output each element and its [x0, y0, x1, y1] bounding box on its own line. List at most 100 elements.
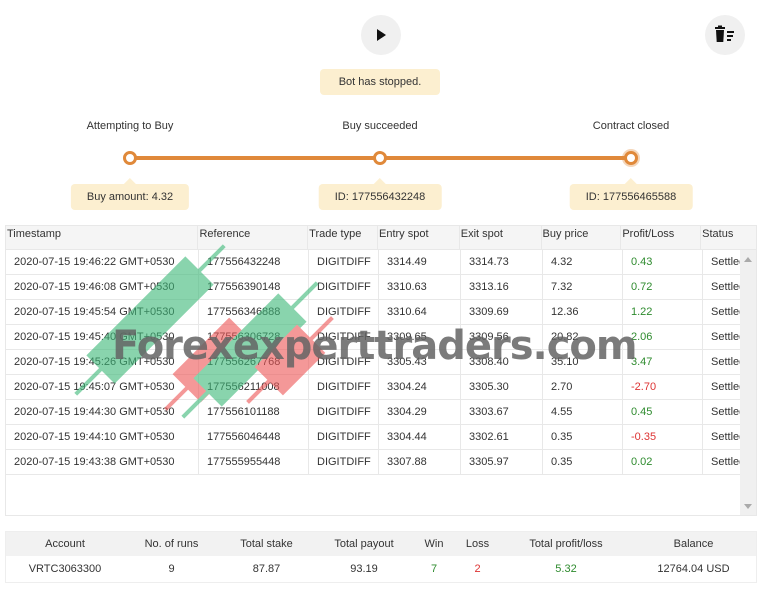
- cell-timestamp: 2020-07-15 19:44:10 GMT+0530: [6, 425, 199, 449]
- cell-reference: 177556346888: [199, 300, 309, 324]
- cell-reference: 177556046448: [199, 425, 309, 449]
- cell-entry-spot: 3304.29: [379, 400, 461, 424]
- cell-profit-loss: -0.35: [623, 425, 703, 449]
- cell-status: Settled: [711, 281, 741, 293]
- column-header[interactable]: Reference: [198, 226, 309, 249]
- scroll-down-arrow-icon[interactable]: [744, 504, 752, 509]
- run-bot-button[interactable]: [361, 15, 401, 55]
- table-body: 2020-07-15 19:46:22 GMT+0530 177556432248…: [6, 250, 741, 475]
- cell-reference: 177556306728: [199, 325, 309, 349]
- cell-trade-type: DIGITDIFF: [309, 275, 379, 299]
- cell-buy-price: 2.70: [543, 375, 623, 399]
- buy-id-bubble: ID: 177556432248: [318, 178, 442, 210]
- cell-status: Settled: [711, 381, 741, 393]
- cell-entry-spot: 3304.24: [379, 375, 461, 399]
- column-header[interactable]: Buy price: [542, 226, 622, 249]
- cell-timestamp: 2020-07-15 19:45:40 GMT+0530: [6, 325, 199, 349]
- summary-value-total-payout: 93.19: [350, 563, 378, 575]
- summary-table: Account No. of runs Total stake Total payou…: [5, 531, 757, 583]
- cell-trade-type: DIGITDIFF: [309, 350, 379, 374]
- table-row[interactable]: 2020-07-15 19:45:26 GMT+0530 177556267768…: [6, 350, 741, 375]
- cell-entry-spot: 3305.43: [379, 350, 461, 374]
- step-node-attempting: [123, 151, 137, 165]
- cell-exit-spot: 3313.16: [461, 275, 543, 299]
- table-row[interactable]: 2020-07-15 19:45:07 GMT+0530 177556211008…: [6, 375, 741, 400]
- scroll-up-arrow-icon[interactable]: [744, 257, 752, 262]
- clear-log-button[interactable]: [705, 15, 745, 55]
- cell-buy-price: 35.10: [543, 350, 623, 374]
- table-row[interactable]: 2020-07-15 19:44:30 GMT+0530 177556101188…: [6, 400, 741, 425]
- cell-profit-loss: 3.47: [623, 350, 703, 374]
- cell-reference: 177556432248: [199, 250, 309, 274]
- cell-exit-spot: 3309.56: [461, 325, 543, 349]
- cell-timestamp: 2020-07-15 19:43:38 GMT+0530: [6, 450, 199, 474]
- summary-column-header: Account: [45, 538, 85, 550]
- table-row[interactable]: 2020-07-15 19:43:38 GMT+0530 177555955448…: [6, 450, 741, 475]
- summary-value-win: 7: [430, 563, 438, 575]
- cell-timestamp: 2020-07-15 19:45:54 GMT+0530: [6, 300, 199, 324]
- summary-header: Account No. of runs Total stake Total payou…: [6, 532, 756, 556]
- cell-exit-spot: 3305.97: [461, 450, 543, 474]
- cell-status: Settled: [711, 431, 741, 443]
- cell-entry-spot: 3310.63: [379, 275, 461, 299]
- table-row[interactable]: 2020-07-15 19:44:10 GMT+0530 177556046448…: [6, 425, 741, 450]
- summary-column-header: Balance: [673, 538, 714, 550]
- step-node-succeeded: [373, 151, 387, 165]
- step-label-closed: Contract closed: [592, 120, 670, 132]
- cell-trade-type: DIGITDIFF: [309, 300, 379, 324]
- table-scrollbar[interactable]: [740, 250, 756, 515]
- cell-trade-type: DIGITDIFF: [309, 425, 379, 449]
- cell-buy-price: 0.35: [543, 425, 623, 449]
- summary-column-header: Win: [424, 538, 444, 550]
- table-row[interactable]: 2020-07-15 19:45:54 GMT+0530 177556346888…: [6, 300, 741, 325]
- cell-trade-type: DIGITDIFF: [309, 450, 379, 474]
- summary-value-balance: 12764.04 USD: [657, 563, 730, 575]
- column-header[interactable]: Entry spot: [378, 226, 460, 249]
- close-id-bubble: ID: 177556465588: [569, 178, 693, 210]
- column-header[interactable]: Status: [701, 226, 756, 249]
- cell-trade-type: DIGITDIFF: [309, 325, 379, 349]
- bot-status-toast: Bot has stopped.: [320, 69, 440, 95]
- cell-timestamp: 2020-07-15 19:46:08 GMT+0530: [6, 275, 199, 299]
- summary-column-header: Total stake: [240, 538, 293, 550]
- cell-timestamp: 2020-07-15 19:45:07 GMT+0530: [6, 375, 199, 399]
- cell-timestamp: 2020-07-15 19:45:26 GMT+0530: [6, 350, 199, 374]
- summary-column-header: Total payout: [334, 538, 394, 550]
- summary-row: VRTC3063300 9 87.87 93.19 7 2 5.32 12764.04 USD: [6, 556, 756, 582]
- table-row[interactable]: 2020-07-15 19:45:40 GMT+0530 177556306728…: [6, 325, 741, 350]
- cell-trade-type: DIGITDIFF: [309, 375, 379, 399]
- cell-buy-price: 4.55: [543, 400, 623, 424]
- cell-exit-spot: 3308.40: [461, 350, 543, 374]
- table-row[interactable]: 2020-07-15 19:46:08 GMT+0530 177556390148…: [6, 275, 741, 300]
- cell-timestamp: 2020-07-15 19:46:22 GMT+0530: [6, 250, 199, 274]
- cell-profit-loss: 0.45: [623, 400, 703, 424]
- cell-exit-spot: 3314.73: [461, 250, 543, 274]
- cell-reference: 177555955448: [199, 450, 309, 474]
- table-header: Timestamp Reference Trade type Entry spo…: [6, 226, 756, 250]
- cell-reference: 177556101188: [199, 400, 309, 424]
- cell-status: Settled: [711, 356, 741, 368]
- summary-column-header: Total profit/loss: [529, 538, 603, 550]
- table-row[interactable]: 2020-07-15 19:46:22 GMT+0530 177556432248…: [6, 250, 741, 275]
- cell-profit-loss: -2.70: [623, 375, 703, 399]
- cell-exit-spot: 3305.30: [461, 375, 543, 399]
- cell-profit-loss: 0.43: [623, 250, 703, 274]
- cell-buy-price: 12.36: [543, 300, 623, 324]
- column-header[interactable]: Profit/Loss: [621, 226, 702, 249]
- cell-profit-loss: 1.22: [623, 300, 703, 324]
- cell-trade-type: DIGITDIFF: [309, 400, 379, 424]
- cell-profit-loss: 0.02: [623, 450, 703, 474]
- cell-exit-spot: 3309.69: [461, 300, 543, 324]
- column-header[interactable]: Exit spot: [460, 226, 542, 249]
- cell-exit-spot: 3303.67: [461, 400, 543, 424]
- cell-reference: 177556211008: [199, 375, 309, 399]
- cell-entry-spot: 3310.64: [379, 300, 461, 324]
- cell-status: Settled: [711, 331, 741, 343]
- cell-profit-loss: 0.72: [623, 275, 703, 299]
- summary-value-total-profit-loss: 5.32: [555, 563, 577, 575]
- column-header[interactable]: Timestamp: [6, 226, 199, 249]
- column-header[interactable]: Trade type: [308, 226, 378, 249]
- cell-reference: 177556267768: [199, 350, 309, 374]
- cell-entry-spot: 3309.65: [379, 325, 461, 349]
- step-node-closed: [624, 151, 638, 165]
